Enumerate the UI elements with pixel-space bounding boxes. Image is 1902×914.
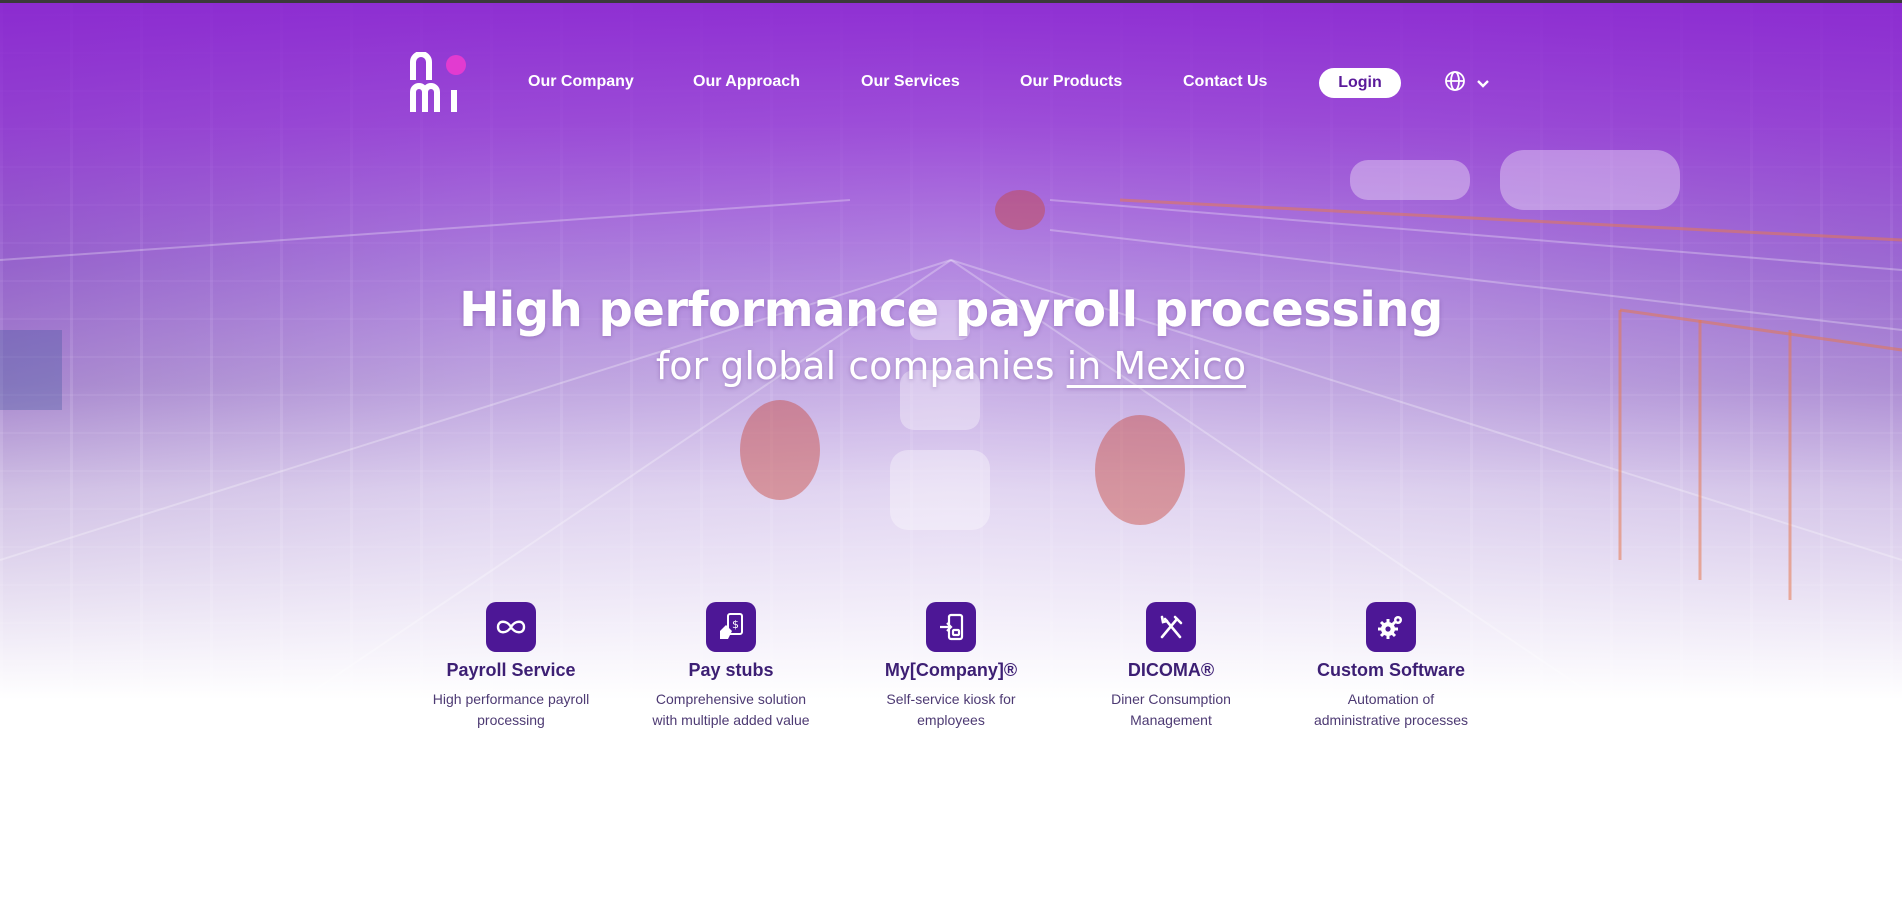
service-title: Custom Software — [1316, 660, 1466, 680]
infinity-icon — [486, 602, 536, 652]
service-title: Payroll Service — [446, 660, 576, 680]
svg-text:$: $ — [732, 618, 739, 631]
service-my-company[interactable]: My[Company]® Self-service kiosk for empl… — [861, 602, 1041, 731]
hero-subtitle-highlight: in Mexico — [1066, 344, 1247, 388]
kiosk-icon — [926, 602, 976, 652]
nav-our-company[interactable]: Our Company — [528, 73, 634, 91]
service-desc-line: High performance payroll — [432, 691, 590, 707]
service-title: Pay stubs — [688, 660, 774, 680]
service-desc-line: processing — [477, 712, 545, 728]
globe-icon — [1444, 70, 1466, 96]
service-description: Diner Consumption Management — [1081, 689, 1261, 731]
service-payroll[interactable]: Payroll Service High performance payroll… — [421, 602, 601, 731]
service-desc-line: Comprehensive solution — [655, 691, 807, 707]
service-custom-software[interactable]: Custom Software Automation of administra… — [1301, 602, 1481, 731]
hero-title: High performance payroll processing — [459, 282, 1443, 338]
nav-our-products[interactable]: Our Products — [1020, 73, 1122, 91]
hero-subtitle-text: for global companies — [655, 344, 1067, 388]
chevron-down-icon — [1476, 74, 1490, 93]
service-description: Comprehensive solution with multiple add… — [641, 689, 821, 731]
service-pay-stubs[interactable]: $ Pay stubs Comprehensive solution with … — [641, 602, 821, 731]
hero-subtitle: for global companies in Mexico — [0, 344, 1902, 388]
service-desc-line: Diner Consumption — [1111, 691, 1231, 707]
gears-icon — [1366, 602, 1416, 652]
nav-contact-us[interactable]: Contact Us — [1183, 73, 1267, 91]
service-title: DICOMA® — [1127, 660, 1215, 680]
service-desc-line: Self-service kiosk for — [886, 691, 1016, 707]
service-dicoma[interactable]: DICOMA® Diner Consumption Management — [1081, 602, 1261, 731]
service-description: High performance payroll processing — [421, 689, 601, 731]
paystub-icon: $ — [706, 602, 756, 652]
nomi-logo[interactable] — [410, 52, 466, 114]
page: Our Company Our Approach Our Services Ou… — [0, 0, 1902, 914]
service-description: Automation of administrative processes — [1301, 689, 1481, 731]
nav-our-approach[interactable]: Our Approach — [693, 73, 800, 91]
nav-our-services[interactable]: Our Services — [861, 73, 960, 91]
service-desc-line: with multiple added value — [652, 712, 810, 728]
service-description: Self-service kiosk for employees — [861, 689, 1041, 731]
language-selector[interactable] — [1444, 70, 1490, 96]
service-desc-line: Automation of — [1347, 691, 1435, 707]
service-title: My[Company]® — [884, 660, 1018, 680]
service-desc-line: Management — [1130, 712, 1212, 728]
service-desc-line: administrative processes — [1313, 712, 1469, 728]
fork-knife-icon — [1146, 602, 1196, 652]
login-button[interactable]: Login — [1319, 68, 1401, 98]
top-border — [0, 0, 1902, 3]
service-desc-line: employees — [917, 712, 985, 728]
